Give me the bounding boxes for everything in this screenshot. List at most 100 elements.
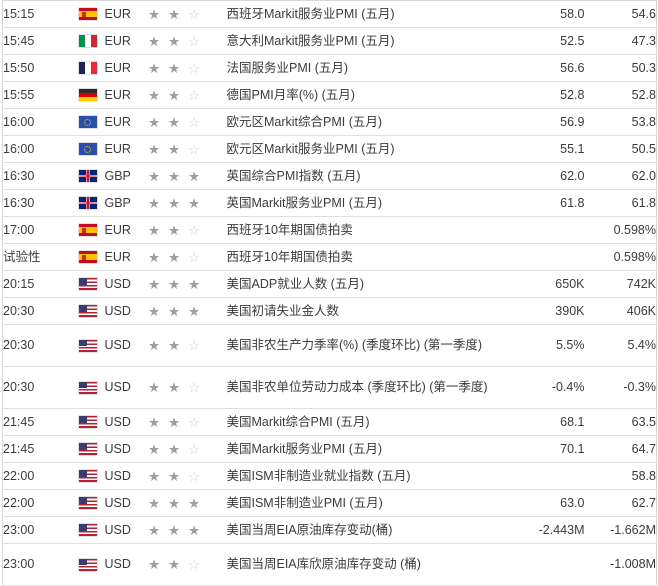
importance-rating: ★ ★ ☆ bbox=[147, 409, 227, 436]
table-row[interactable]: 23:00 USD ★ ★ ☆ 美国当周EIA库欣原油库存变动 (桶) -1.008M bbox=[2, 544, 657, 586]
table-row[interactable]: 15:45 EUR ★ ★ ☆ 意大利Markit服务业PMI (五月) 52.5 47.3 bbox=[2, 28, 657, 55]
event-name[interactable]: 西班牙10年期国债拍卖 bbox=[227, 217, 507, 244]
star-filled-icon: ★ bbox=[147, 303, 161, 319]
star-filled-icon: ★ bbox=[187, 195, 201, 211]
star-filled-icon: ★ bbox=[147, 195, 161, 211]
event-name[interactable]: 美国非农单位劳动力成本 (季度环比) (第一季度) bbox=[227, 367, 507, 409]
currency-code: EUR bbox=[104, 141, 131, 156]
table-row[interactable]: 试验性 EUR ★ ★ ☆ 西班牙10年期国债拍卖 0.598% bbox=[2, 244, 657, 271]
forecast-value: 56.6 bbox=[560, 60, 585, 75]
star-empty-icon: ☆ bbox=[187, 441, 201, 457]
importance-rating: ★ ★ ☆ bbox=[147, 325, 227, 367]
star-filled-icon: ★ bbox=[147, 141, 161, 157]
flag-uk-icon bbox=[78, 197, 97, 210]
forecast-value: 63.0 bbox=[560, 495, 585, 510]
event-name[interactable]: 美国ADP就业人数 (五月) bbox=[227, 271, 507, 298]
table-row[interactable]: 15:50 EUR ★ ★ ☆ 法国服务业PMI (五月) 56.6 50.3 bbox=[2, 55, 657, 82]
actual-value: 406K bbox=[626, 303, 656, 318]
event-name[interactable]: 法国服务业PMI (五月) bbox=[227, 55, 507, 82]
star-filled-icon: ★ bbox=[147, 60, 161, 76]
star-filled-icon: ★ bbox=[147, 249, 161, 265]
event-name[interactable]: 西班牙Markit服务业PMI (五月) bbox=[227, 1, 507, 28]
flag-germany-icon bbox=[78, 89, 97, 102]
importance-rating: ★ ★ ★ bbox=[147, 271, 227, 298]
table-row[interactable]: 16:00 EUR ★ ★ ☆ 欧元区Markit综合PMI (五月) 56.9 53.8 bbox=[2, 109, 657, 136]
event-name[interactable]: 美国Markit综合PMI (五月) bbox=[227, 409, 507, 436]
flag-usa-icon bbox=[78, 524, 97, 537]
currency-code: USD bbox=[104, 414, 131, 429]
currency-code: GBP bbox=[104, 195, 131, 210]
star-filled-icon: ★ bbox=[167, 33, 181, 49]
flag-usa-icon bbox=[78, 278, 97, 291]
actual-value: 5.4% bbox=[627, 338, 657, 352]
star-filled-icon: ★ bbox=[147, 338, 161, 354]
currency-code: USD bbox=[104, 557, 131, 571]
importance-rating: ★ ★ ☆ bbox=[147, 136, 227, 163]
event-name[interactable]: 美国初请失业金人数 bbox=[227, 298, 507, 325]
flag-eu-icon bbox=[78, 116, 97, 129]
table-row[interactable]: 15:55 EUR ★ ★ ☆ 德国PMI月率(%) (五月) 52.8 52.8 bbox=[2, 82, 657, 109]
flag-eu-icon bbox=[78, 143, 97, 156]
importance-rating: ★ ★ ☆ bbox=[147, 55, 227, 82]
event-name[interactable]: 美国ISM非制造业就业指数 (五月) bbox=[227, 463, 507, 490]
actual-value: -1.008M bbox=[610, 557, 656, 571]
event-name[interactable]: 美国Markit服务业PMI (五月) bbox=[227, 436, 507, 463]
event-name[interactable]: 美国ISM非制造业PMI (五月) bbox=[227, 490, 507, 517]
table-row[interactable]: 21:45 USD ★ ★ ☆ 美国Markit服务业PMI (五月) 70.1 64.7 bbox=[2, 436, 657, 463]
event-time: 20:15 bbox=[3, 276, 35, 291]
table-row[interactable]: 16:30 GBP ★ ★ ★ 英国综合PMI指数 (五月) 62.0 62.0 bbox=[2, 163, 657, 190]
event-name[interactable]: 英国Markit服务业PMI (五月) bbox=[227, 190, 507, 217]
event-name[interactable]: 西班牙10年期国债拍卖 bbox=[227, 244, 507, 271]
country-flag-cell bbox=[78, 544, 105, 586]
table-row[interactable]: 22:00 USD ★ ★ ★ 美国ISM非制造业PMI (五月) 63.0 62.7 bbox=[2, 490, 657, 517]
event-name[interactable]: 欧元区Markit综合PMI (五月) bbox=[227, 109, 507, 136]
currency-code: EUR bbox=[104, 114, 131, 129]
star-empty-icon: ☆ bbox=[187, 468, 201, 484]
table-row[interactable]: 21:45 USD ★ ★ ☆ 美国Markit综合PMI (五月) 68.1 63.5 bbox=[2, 409, 657, 436]
importance-rating: ★ ★ ☆ bbox=[147, 82, 227, 109]
country-flag-cell bbox=[78, 1, 105, 28]
forecast-value bbox=[507, 463, 585, 490]
table-row[interactable]: 23:00 USD ★ ★ ★ 美国当周EIA原油库存变动(桶) -2.443M -1.662… bbox=[2, 517, 657, 544]
actual-value: 742K bbox=[626, 276, 656, 291]
table-row[interactable]: 20:30 USD ★ ★ ☆ 美国非农生产力季率(%) (季度环比) (第一季度) 5.5… bbox=[2, 325, 657, 367]
currency-code: USD bbox=[104, 338, 131, 352]
importance-rating: ★ ★ ☆ bbox=[147, 436, 227, 463]
forecast-value bbox=[507, 217, 585, 244]
importance-rating: ★ ★ ☆ bbox=[147, 544, 227, 586]
event-time: 22:00 bbox=[3, 495, 35, 510]
star-filled-icon: ★ bbox=[167, 168, 181, 184]
table-row[interactable]: 20:15 USD ★ ★ ★ 美国ADP就业人数 (五月) 650K 742K bbox=[2, 271, 657, 298]
event-time: 23:00 bbox=[3, 522, 35, 537]
star-filled-icon: ★ bbox=[147, 276, 161, 292]
star-filled-icon: ★ bbox=[167, 495, 181, 511]
table-row[interactable]: 20:30 USD ★ ★ ☆ 美国非农单位劳动力成本 (季度环比) (第一季度) -0.4… bbox=[2, 367, 657, 409]
table-row[interactable]: 20:30 USD ★ ★ ★ 美国初请失业金人数 390K 406K bbox=[2, 298, 657, 325]
table-row[interactable]: 16:30 GBP ★ ★ ★ 英国Markit服务业PMI (五月) 61.8 61.8 bbox=[2, 190, 657, 217]
table-row[interactable]: 16:00 EUR ★ ★ ☆ 欧元区Markit服务业PMI (五月) 55.1 50.5 bbox=[2, 136, 657, 163]
actual-value: 62.0 bbox=[631, 168, 656, 183]
actual-value: 63.5 bbox=[631, 414, 656, 429]
forecast-value: 650K bbox=[555, 276, 585, 291]
country-flag-cell bbox=[78, 82, 105, 109]
star-filled-icon: ★ bbox=[147, 222, 161, 238]
importance-rating: ★ ★ ★ bbox=[147, 517, 227, 544]
star-filled-icon: ★ bbox=[187, 168, 201, 184]
flag-usa-icon bbox=[78, 497, 97, 510]
table-row[interactable]: 22:00 USD ★ ★ ☆ 美国ISM非制造业就业指数 (五月) 58.8 bbox=[2, 463, 657, 490]
table-row[interactable]: 17:00 EUR ★ ★ ☆ 西班牙10年期国债拍卖 0.598% bbox=[2, 217, 657, 244]
event-name[interactable]: 美国非农生产力季率(%) (季度环比) (第一季度) bbox=[227, 325, 507, 367]
forecast-value: -2.443M bbox=[538, 522, 585, 537]
event-name[interactable]: 欧元区Markit服务业PMI (五月) bbox=[227, 136, 507, 163]
event-name[interactable]: 美国当周EIA原油库存变动(桶) bbox=[227, 517, 507, 544]
event-time: 15:45 bbox=[3, 33, 35, 48]
event-name[interactable]: 德国PMI月率(%) (五月) bbox=[227, 82, 507, 109]
event-name[interactable]: 意大利Markit服务业PMI (五月) bbox=[227, 28, 507, 55]
event-name[interactable]: 英国综合PMI指数 (五月) bbox=[227, 163, 507, 190]
star-filled-icon: ★ bbox=[187, 495, 201, 511]
event-name[interactable]: 美国当周EIA库欣原油库存变动 (桶) bbox=[227, 544, 507, 586]
event-time: 17:00 bbox=[3, 222, 35, 237]
actual-value: -0.3% bbox=[623, 380, 656, 394]
actual-value: 52.8 bbox=[631, 87, 656, 102]
table-row[interactable]: 15:15 EUR ★ ★ ☆ 西班牙Markit服务业PMI (五月) 58.0 54.6 bbox=[2, 1, 657, 28]
